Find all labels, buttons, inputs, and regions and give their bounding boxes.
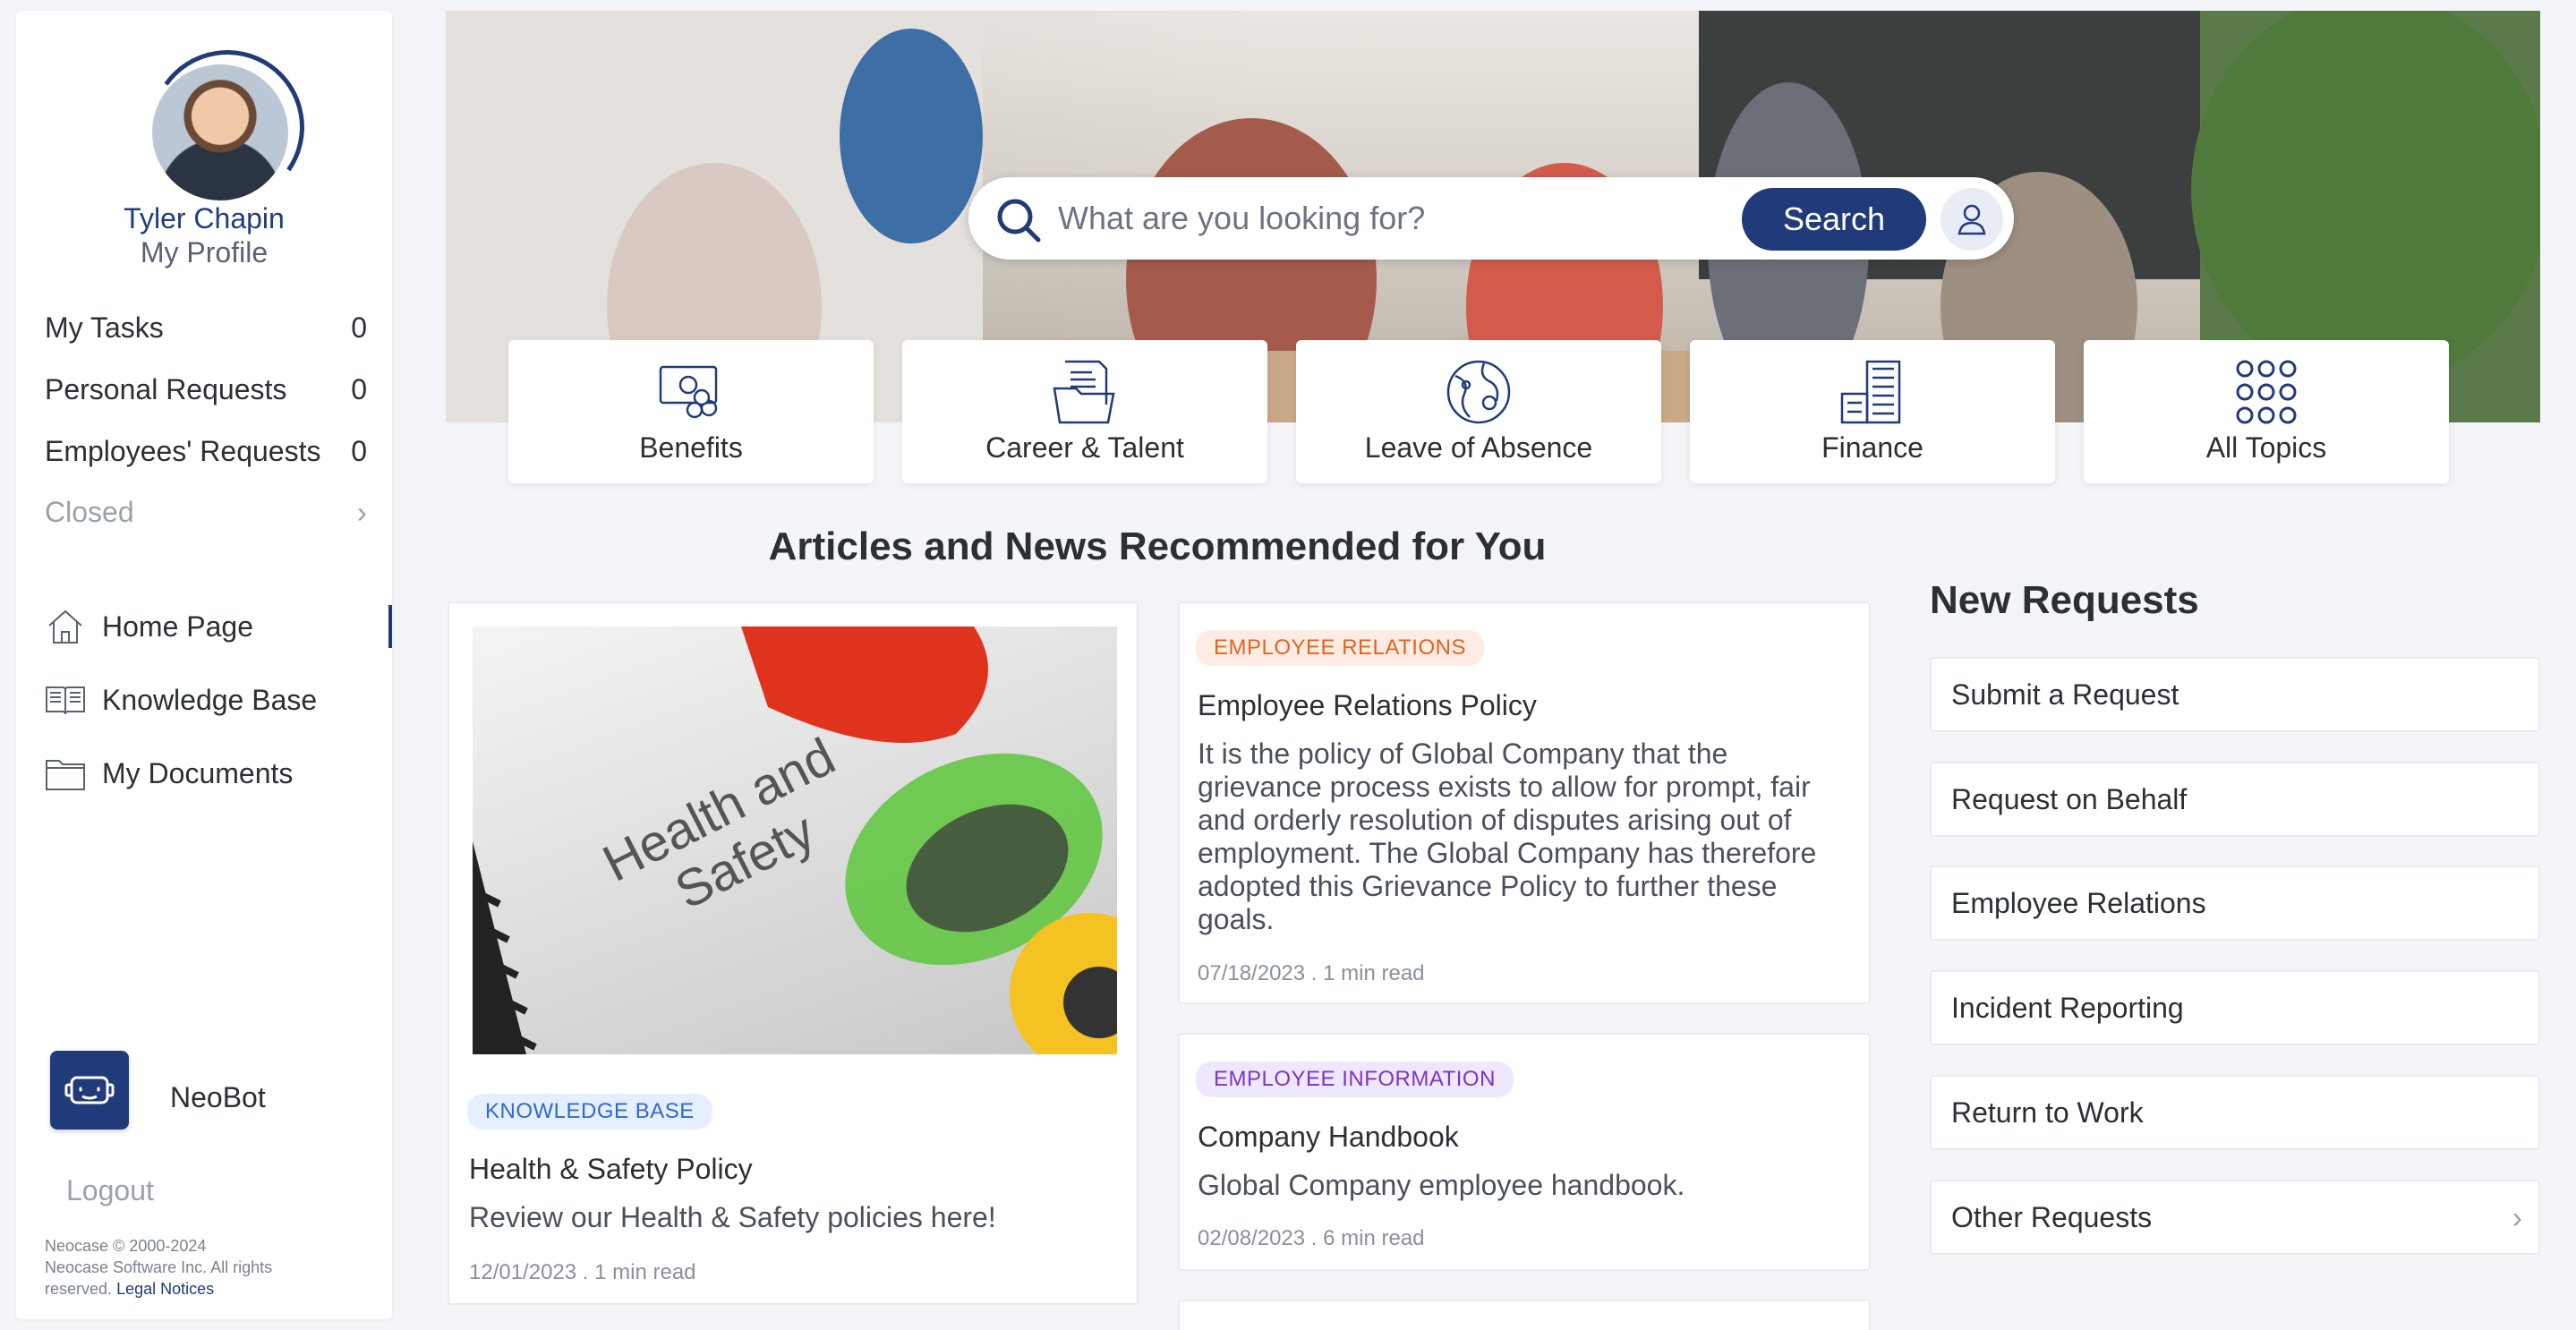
request-on-behalf[interactable]: Request on Behalf — [1930, 762, 2540, 837]
globe-travel-icon — [1443, 358, 1514, 426]
article-date: 12/01/2023 — [469, 1260, 577, 1284]
articles-section-title: Articles and News Recommended for You — [768, 524, 1547, 568]
sidebar: Tyler Chapin My Profile My Tasks 0 Perso… — [16, 11, 392, 1319]
counter-value: 0 — [351, 435, 367, 467]
article-read-time: 1 min read — [1323, 961, 1425, 985]
nav-label: Knowledge Base — [102, 683, 318, 716]
article-card-employee-relations[interactable]: EMPLOYEE RELATIONS Employee Relations Po… — [1178, 601, 1871, 1004]
meta-separator: . — [1310, 1226, 1318, 1250]
my-tasks-row[interactable]: My Tasks 0 — [45, 311, 367, 345]
tag-employee-information: EMPLOYEE INFORMATION — [1196, 1061, 1514, 1097]
article-date: 02/08/2023 — [1198, 1226, 1306, 1250]
article-tag-wrap: EMPLOYEE RELATIONS — [1196, 630, 1484, 666]
article-read-time: 1 min read — [594, 1260, 696, 1284]
counter-value: 0 — [351, 311, 367, 344]
search-bar: Search — [968, 177, 2014, 260]
nav-knowledge-base[interactable]: Knowledge Base — [45, 675, 392, 725]
chevron-right-icon: › — [356, 496, 367, 530]
topic-label: All Topics — [2205, 431, 2327, 464]
search-icon — [994, 195, 1044, 245]
search-input[interactable] — [1058, 193, 1738, 243]
chevron-right-icon: › — [2512, 1201, 2522, 1235]
article-card-company-handbook[interactable]: EMPLOYEE INFORMATION Company Handbook Gl… — [1178, 1033, 1871, 1271]
topic-all-topics[interactable]: All Topics — [2084, 340, 2449, 483]
counter-label: Personal Requests — [45, 373, 287, 405]
topic-label: Benefits — [639, 431, 743, 464]
new-requests-title: New Requests — [1930, 578, 2199, 622]
nav-home-page[interactable]: Home Page — [45, 601, 392, 652]
article-meta: 02/08/2023 . 6 min read — [1198, 1226, 1425, 1251]
request-label: Return to Work — [1951, 1096, 2144, 1129]
topic-benefits[interactable]: Benefits — [508, 340, 874, 483]
article-tag-wrap: EMPLOYEE INFORMATION — [1196, 1061, 1514, 1097]
meta-separator: . — [582, 1260, 589, 1284]
building-calculator-icon — [1837, 358, 1908, 426]
logout-link[interactable]: Logout — [66, 1174, 154, 1207]
request-incident-reporting[interactable]: Incident Reporting — [1930, 970, 2540, 1045]
home-icon — [45, 606, 86, 647]
topic-finance[interactable]: Finance — [1690, 340, 2055, 483]
my-profile-link[interactable]: My Profile — [16, 236, 392, 269]
article-meta: 12/01/2023 . 1 min read — [469, 1260, 696, 1285]
meta-separator: . — [1310, 961, 1318, 985]
topic-career-talent[interactable]: Career & Talent — [902, 340, 1267, 483]
counter-value: 0 — [351, 373, 367, 405]
request-label: Incident Reporting — [1951, 991, 2184, 1024]
closed-label: Closed — [45, 496, 134, 528]
tag-employee-relations: EMPLOYEE RELATIONS — [1196, 630, 1484, 666]
avatar-photo — [152, 64, 288, 200]
legal-notices-link[interactable]: Legal Notices — [116, 1280, 214, 1298]
search-button[interactable]: Search — [1742, 188, 1926, 251]
user-name[interactable]: Tyler Chapin — [16, 202, 392, 235]
request-label: Employee Relations — [1951, 886, 2206, 919]
topic-label: Leave of Absence — [1364, 431, 1593, 464]
book-icon — [45, 679, 86, 720]
article-meta: 07/18/2023 . 1 min read — [1198, 961, 1425, 986]
request-label: Submit a Request — [1951, 678, 2179, 711]
user-icon[interactable] — [1941, 188, 2003, 251]
counter-label: My Tasks — [45, 311, 164, 344]
request-other[interactable]: Other Requests › — [1930, 1180, 2540, 1255]
nav-label: Home Page — [102, 610, 253, 643]
request-employee-relations[interactable]: Employee Relations — [1930, 865, 2540, 941]
topic-label: Career & Talent — [985, 431, 1184, 464]
topic-label: Finance — [1821, 431, 1923, 464]
request-submit[interactable]: Submit a Request — [1930, 657, 2540, 732]
article-summary: Global Company employee handbook. — [1198, 1169, 1685, 1201]
tag-knowledge-base: KNOWLEDGE BASE — [467, 1094, 712, 1130]
request-label: Other Requests — [1951, 1200, 2153, 1233]
article-title[interactable]: Health & Safety Policy — [469, 1153, 753, 1186]
article-read-time: 6 min read — [1323, 1226, 1425, 1250]
folder-documents-icon — [1049, 358, 1121, 426]
copyright-line: Neocase © 2000-2024 — [45, 1237, 207, 1255]
article-title[interactable]: Employee Relations Policy — [1198, 689, 1537, 722]
legal-text: Neocase © 2000-2024 Neocase Software Inc… — [45, 1235, 340, 1300]
robot-icon[interactable] — [50, 1051, 129, 1130]
employees-requests-row[interactable]: Employees' Requests 0 — [45, 435, 367, 468]
neobot-label[interactable]: NeoBot — [170, 1081, 266, 1114]
article-card-partial[interactable] — [1178, 1300, 1871, 1330]
request-label: Request on Behalf — [1951, 782, 2188, 815]
grid-dots-icon — [2231, 358, 2302, 426]
personal-requests-row[interactable]: Personal Requests 0 — [45, 373, 367, 406]
article-image: Health and Safety — [473, 627, 1117, 1054]
article-title[interactable]: Company Handbook — [1198, 1121, 1459, 1154]
request-return-to-work[interactable]: Return to Work — [1930, 1075, 2540, 1150]
article-card-health-safety[interactable]: Health and Safety KNOWLEDGE BASE Health … — [448, 601, 1139, 1305]
money-coins-icon — [655, 358, 727, 426]
folder-icon — [45, 753, 86, 794]
closed-row[interactable]: Closed › — [45, 496, 367, 531]
nav-label: My Documents — [102, 756, 294, 789]
nav-my-documents[interactable]: My Documents — [45, 748, 392, 798]
article-date: 07/18/2023 — [1198, 961, 1306, 985]
article-summary: It is the policy of Global Company that … — [1198, 737, 1817, 935]
article-summary: Review our Health & Safety policies here… — [469, 1201, 996, 1233]
topic-leave-of-absence[interactable]: Leave of Absence — [1296, 340, 1661, 483]
avatar[interactable] — [138, 38, 317, 217]
counter-label: Employees' Requests — [45, 435, 321, 467]
article-tag-wrap: KNOWLEDGE BASE — [467, 1094, 712, 1130]
